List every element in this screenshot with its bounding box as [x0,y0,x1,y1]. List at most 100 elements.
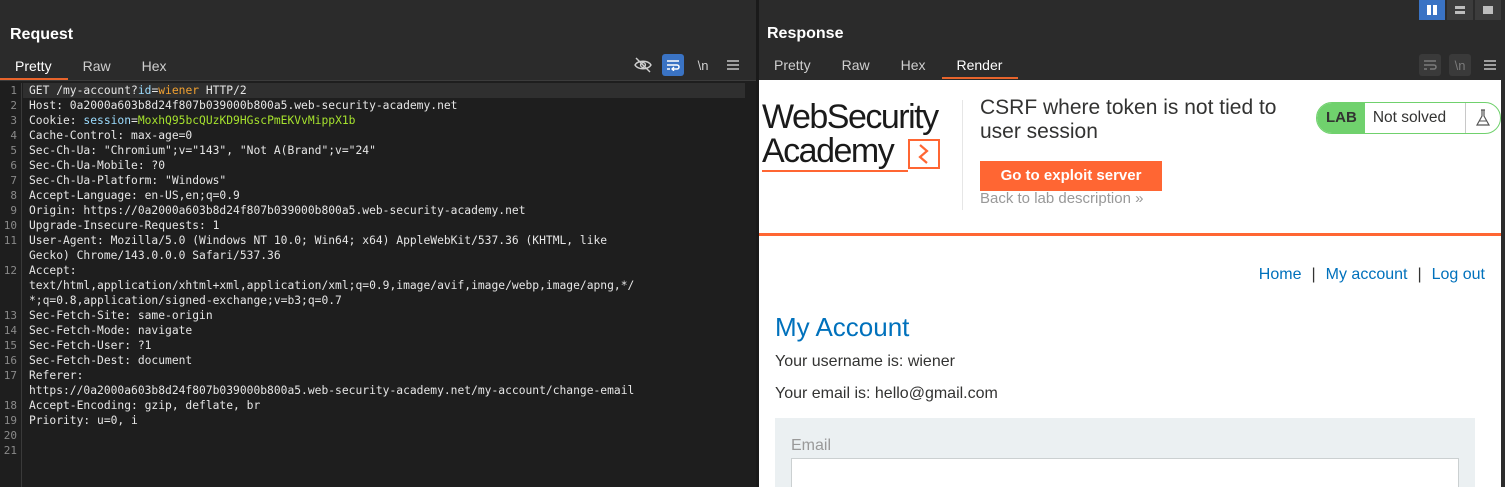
tab-raw[interactable]: Raw [68,55,127,80]
line-number: 17 [3,369,17,382]
tab-hex[interactable]: Hex [127,55,183,80]
scrollbar[interactable] [1501,80,1505,487]
rendered-page: WebSecurity Academy CSRF where token is … [759,80,1501,487]
line-number: 16 [3,354,17,367]
email-text: Your email is: hello@gmail.com [775,385,998,402]
line-number: 20 [3,429,17,442]
request-editor[interactable]: 1 2 3 4 5 6 7 8 9 10 11 12 13 14 15 16 1… [0,81,756,487]
line-number: 10 [3,219,17,232]
request-line: GET /my-account?id=wiener HTTP/2 [23,83,745,98]
header-divider [962,100,963,210]
header-line: Referer: [29,369,84,382]
line-number: 5 [10,144,17,157]
lab-status-text: Not solved [1372,109,1447,126]
change-email-form: Email [775,418,1475,487]
line-number: 15 [3,339,17,352]
tab-pretty[interactable]: Pretty [759,54,827,79]
header-line: Sec-Fetch-Site: same-origin [29,309,213,322]
lab-title: CSRF where token is not tied to user ses… [980,96,1277,143]
response-pane: Response Pretty Raw Hex Render \n WebSec… [759,0,1505,487]
account-nav: Home | My account | Log out [1259,266,1485,284]
header-line: Cache-Control: max-age=0 [29,129,193,142]
line-number: 13 [3,309,17,322]
menu-icon[interactable] [1479,54,1501,76]
request-tabs: Pretty Raw Hex [0,55,183,80]
header-line: Accept: [29,264,77,277]
line-number: 7 [10,174,17,187]
nav-home-link[interactable]: Home [1259,266,1302,284]
logo-underline [762,170,908,172]
header-line-wrap: Gecko) Chrome/143.0.0.0 Safari/537.36 [29,249,281,262]
flask-icon [1464,103,1500,133]
nav-separator: | [1417,266,1422,283]
tab-pretty[interactable]: Pretty [0,55,68,80]
line-number: 12 [3,264,17,277]
response-toolbar: \n [1419,54,1501,76]
tabs-layout-icon[interactable] [1475,0,1501,20]
header-line: Upgrade-Insecure-Requests: 1 [29,219,220,232]
request-title: Request [10,26,74,43]
line-number: 4 [10,129,17,142]
line-number: 19 [3,414,17,427]
email-field[interactable] [791,458,1459,487]
line-number: 9 [10,204,17,217]
line-number: 2 [10,99,17,112]
line-number-gutter: 1 2 3 4 5 6 7 8 9 10 11 12 13 14 15 16 1… [0,83,22,487]
double-chevron-icon: » [1135,190,1144,207]
line-number: 8 [10,189,17,202]
line-number: 21 [3,444,17,457]
back-link-label: Back to lab description [980,190,1131,207]
menu-icon[interactable] [722,54,744,76]
request-toolbar: \n [632,54,744,76]
protocol-text: HTTP/2 [199,84,247,97]
header-rule [759,233,1501,236]
line-number: 18 [3,399,17,412]
logo-line-1: WebSecurity [762,98,939,136]
line-number: 11 [3,234,17,247]
tab-render[interactable]: Render [941,54,1019,79]
line-number: 3 [10,114,17,127]
nav-logout-link[interactable]: Log out [1432,266,1485,284]
header-line: Accept-Language: en-US,en;q=0.9 [29,189,240,202]
tab-hex[interactable]: Hex [886,54,942,79]
newline-icon[interactable]: \n [1449,54,1471,76]
cookie-eq: = [131,114,138,127]
param-key: id [137,84,152,97]
logo-line-2: Academy [762,132,895,170]
cookie-line: Cookie: session=MoxhQ95bcQUzKD9HGscPmEKV… [29,113,356,128]
header-line: Sec-Fetch-User: ?1 [29,339,152,352]
line-number: 1 [10,84,17,97]
header-line-wrap: https://0a2000a603b8d24f807b039000b800a5… [29,384,635,397]
split-horizontal-icon[interactable] [1447,0,1473,20]
header-line-wrap: *;q=0.8,application/signed-exchange;v=b3… [29,294,342,307]
newline-icon[interactable]: \n [692,54,714,76]
wrap-icon[interactable] [662,54,684,76]
header-line: User-Agent: Mozilla/5.0 (Windows NT 10.0… [29,234,608,247]
param-value: wiener [158,84,200,97]
header-line: Sec-Ch-Ua: "Chromium";v="143", "Not A(Br… [29,144,376,157]
header-line: Accept-Encoding: gzip, deflate, br [29,399,261,412]
header-line: Sec-Fetch-Mode: navigate [29,324,193,337]
nav-my-account-link[interactable]: My account [1326,266,1408,284]
web-security-academy-logo: WebSecurity Academy [762,100,962,172]
split-vertical-icon[interactable] [1419,0,1445,20]
hide-icon[interactable] [632,54,654,76]
logo-mark-icon [908,139,940,169]
line-number: 14 [3,324,17,337]
header-line: Priority: u=0, i [29,414,138,427]
wrap-icon[interactable] [1419,54,1441,76]
page-title: My Account [775,312,910,342]
line-number: 6 [10,159,17,172]
back-to-description-link[interactable]: Back to lab description » [980,190,1143,207]
request-pane: Request Pretty Raw Hex \n 1 2 3 4 5 6 7 … [0,0,756,487]
cookie-header-name: Cookie: [29,114,84,127]
method-text: GET /my-account? [29,84,138,97]
response-title: Response [767,25,844,42]
header-line: Sec-Ch-Ua-Mobile: ?0 [29,159,166,172]
header-line: Sec-Ch-Ua-Platform: "Windows" [29,174,227,187]
header-line: Host: 0a2000a603b8d24f807b039000b800a5.w… [29,99,458,112]
exploit-server-button[interactable]: Go to exploit server [980,161,1162,191]
lab-status-badge: LAB Not solved [1316,102,1501,134]
burp-message-editor: Request Pretty Raw Hex \n 1 2 3 4 5 6 7 … [0,0,1505,487]
tab-raw[interactable]: Raw [827,54,886,79]
